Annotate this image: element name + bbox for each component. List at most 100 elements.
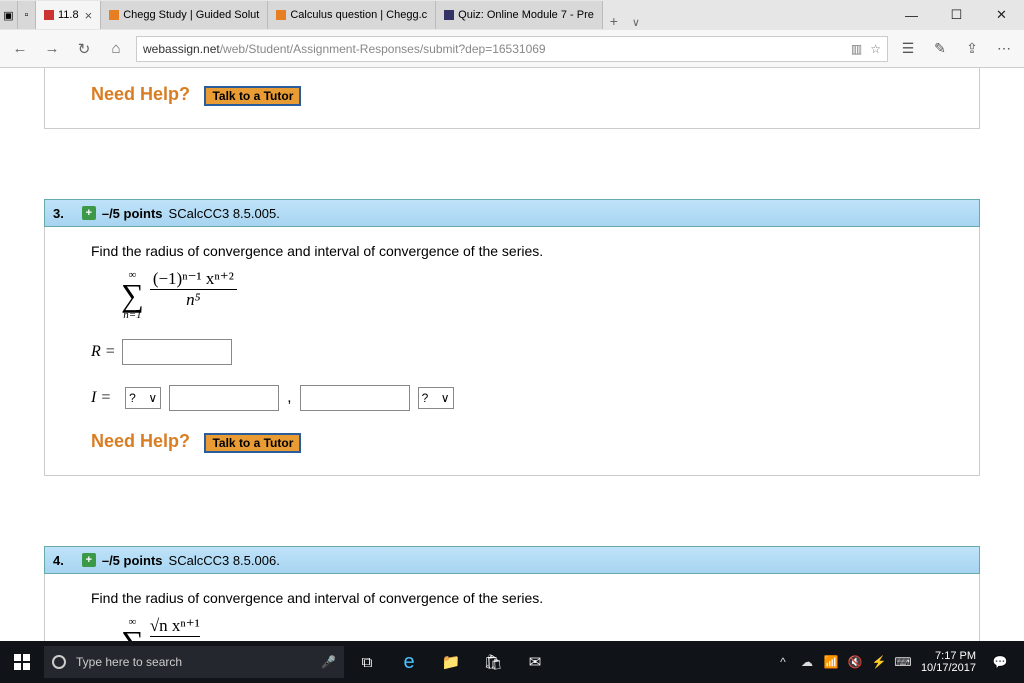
tab-label: 11.8 — [58, 9, 79, 21]
cortana-icon — [52, 655, 66, 669]
favicon — [444, 10, 454, 20]
close-tab-icon[interactable]: × — [85, 8, 93, 23]
tab-webassign[interactable]: 11.8 × — [36, 1, 101, 29]
term: √n xⁿ⁺¹ — [150, 616, 200, 637]
browser-tabs: ▣ ▫ 11.8 × Chegg Study | Guided Solut Ca… — [0, 0, 647, 29]
url-host: webassign.net — [143, 42, 220, 56]
left-bracket-select[interactable]: ?∨ — [125, 387, 161, 409]
edge-icon[interactable]: e — [388, 641, 430, 683]
question-4-body: Find the radius of convergence and inter… — [44, 574, 980, 641]
more-icon[interactable]: ⋯ — [988, 34, 1020, 64]
interval-right-input[interactable] — [300, 385, 410, 411]
mic-icon[interactable]: 🎤 — [321, 655, 336, 669]
sigma-symbol: ∑ — [121, 281, 144, 309]
tab-chegg-study[interactable]: Chegg Study | Guided Solut — [101, 1, 268, 29]
question-3-body: Find the radius of convergence and inter… — [44, 227, 980, 476]
taskbar-search[interactable]: Type here to search 🎤 — [44, 646, 344, 678]
tray-overflow-icon[interactable]: ^ — [771, 655, 795, 669]
question-prompt: Find the radius of convergence and inter… — [91, 243, 949, 259]
address-bar[interactable]: webassign.net/web/Student/Assignment-Res… — [136, 36, 888, 62]
R-input[interactable] — [122, 339, 232, 365]
question-3-header[interactable]: 3. + –/5 points SCalcCC3 8.5.005. — [44, 199, 980, 227]
mail-icon[interactable]: ✉ — [514, 641, 556, 683]
fraction: (−1)ⁿ⁻¹ xⁿ⁺² n⁵ — [150, 269, 237, 310]
favicon — [276, 10, 286, 20]
need-help-label: Need Help? — [91, 431, 190, 451]
action-center-icon[interactable]: 💬 — [982, 641, 1018, 683]
keyboard-icon[interactable]: ⌨ — [891, 655, 915, 669]
tab-label: Calculus question | Chegg.c — [290, 9, 427, 21]
new-tab-button[interactable]: + — [603, 13, 625, 29]
need-help-label: Need Help? — [91, 84, 190, 104]
close-button[interactable]: ✕ — [979, 0, 1024, 30]
refresh-button[interactable]: ↻ — [68, 34, 100, 64]
series-formula: ∞ ∑ n=1 (−1)ⁿ⁻¹ xⁿ⁺² n⁵ — [121, 269, 949, 321]
tab-group-icon-2[interactable]: ▫ — [18, 1, 36, 29]
points-label: –/5 points — [102, 206, 163, 221]
question-number: 3. — [53, 206, 64, 221]
I-answer-row: I = ?∨ , ?∨ — [91, 385, 949, 411]
url-path: /web/Student/Assignment-Responses/submit… — [220, 42, 546, 56]
tab-quiz[interactable]: Quiz: Online Module 7 - Pre — [436, 1, 603, 29]
share-icon[interactable]: ⇪ — [956, 34, 988, 64]
tab-group-icon[interactable]: ▣ — [0, 1, 18, 29]
start-button[interactable] — [0, 641, 44, 683]
question-prompt: Find the radius of convergence and inter… — [91, 590, 949, 606]
clock-date: 10/17/2017 — [921, 662, 976, 674]
chevron-down-icon: ∨ — [148, 391, 157, 405]
points-label: –/5 points — [102, 553, 163, 568]
wifi-icon[interactable]: 📶 — [819, 655, 843, 669]
need-help-row: Need Help? Talk to a Tutor — [91, 431, 949, 453]
question-4-header[interactable]: 4. + –/5 points SCalcCC3 8.5.006. — [44, 546, 980, 574]
numerator: (−1)ⁿ⁻¹ xⁿ⁺² — [150, 269, 237, 290]
R-label: R = — [91, 343, 116, 361]
window-controls: — ☐ ✕ — [889, 0, 1024, 30]
favicon — [109, 10, 119, 20]
hub-icon[interactable]: ☰ — [892, 34, 924, 64]
windows-taskbar: Type here to search 🎤 ⧉ e 📁 🛍 ✉ ^ ☁ 📶 🔇 … — [0, 641, 1024, 683]
favorite-icon[interactable]: ☆ — [870, 42, 881, 56]
source-ref: SCalcCC3 8.5.005. — [169, 206, 280, 221]
back-button[interactable]: ← — [4, 34, 36, 64]
taskbar-clock[interactable]: 7:17 PM 10/17/2017 — [915, 650, 982, 674]
title-bar: ▣ ▫ 11.8 × Chegg Study | Guided Solut Ca… — [0, 0, 1024, 30]
home-button[interactable]: ⌂ — [100, 34, 132, 64]
tab-label: Chegg Study | Guided Solut — [123, 9, 259, 21]
series-formula: ∞ ∑ √n xⁿ⁺¹ — [121, 616, 949, 641]
page-content: Need Help? Talk to a Tutor 3. + –/5 poin… — [0, 68, 1024, 641]
taskbar-apps: ⧉ e 📁 🛍 ✉ — [346, 641, 556, 683]
clock-time: 7:17 PM — [921, 650, 976, 662]
R-answer-row: R = — [91, 339, 949, 365]
question-2-tail: Need Help? Talk to a Tutor — [44, 68, 980, 129]
explorer-icon[interactable]: 📁 — [430, 641, 472, 683]
onedrive-icon[interactable]: ☁ — [795, 655, 819, 669]
tab-overflow-button[interactable]: ∨ — [625, 16, 647, 29]
forward-button[interactable]: → — [36, 34, 68, 64]
source-ref: SCalcCC3 8.5.006. — [169, 553, 280, 568]
task-view-icon[interactable]: ⧉ — [346, 641, 388, 683]
expand-icon[interactable]: + — [82, 206, 96, 220]
minimize-button[interactable]: — — [889, 0, 934, 30]
sigma-lower: n=1 — [123, 309, 141, 321]
maximize-button[interactable]: ☐ — [934, 0, 979, 30]
tab-chegg-calc[interactable]: Calculus question | Chegg.c — [268, 1, 436, 29]
power-icon[interactable]: ⚡ — [867, 655, 891, 669]
interval-left-input[interactable] — [169, 385, 279, 411]
expand-icon[interactable]: + — [82, 553, 96, 567]
volume-icon[interactable]: 🔇 — [843, 655, 867, 669]
sigma-symbol: ∑ — [121, 628, 144, 641]
chevron-down-icon: ∨ — [441, 391, 450, 405]
notes-icon[interactable]: ✎ — [924, 34, 956, 64]
reading-view-icon[interactable]: ▥ — [851, 42, 862, 56]
tab-label: Quiz: Online Module 7 - Pre — [458, 9, 594, 21]
search-placeholder: Type here to search — [76, 655, 182, 669]
browser-toolbar: ← → ↻ ⌂ webassign.net/web/Student/Assign… — [0, 30, 1024, 68]
toolbar-right: ☰ ✎ ⇪ ⋯ — [892, 34, 1020, 64]
question-number: 4. — [53, 553, 64, 568]
I-label: I = — [91, 389, 111, 407]
talk-to-tutor-button[interactable]: Talk to a Tutor — [204, 433, 301, 453]
store-icon[interactable]: 🛍 — [472, 641, 514, 683]
talk-to-tutor-button[interactable]: Talk to a Tutor — [204, 86, 301, 106]
right-bracket-select[interactable]: ?∨ — [418, 387, 454, 409]
system-tray: ^ ☁ 📶 🔇 ⚡ ⌨ 7:17 PM 10/17/2017 💬 — [771, 641, 1024, 683]
